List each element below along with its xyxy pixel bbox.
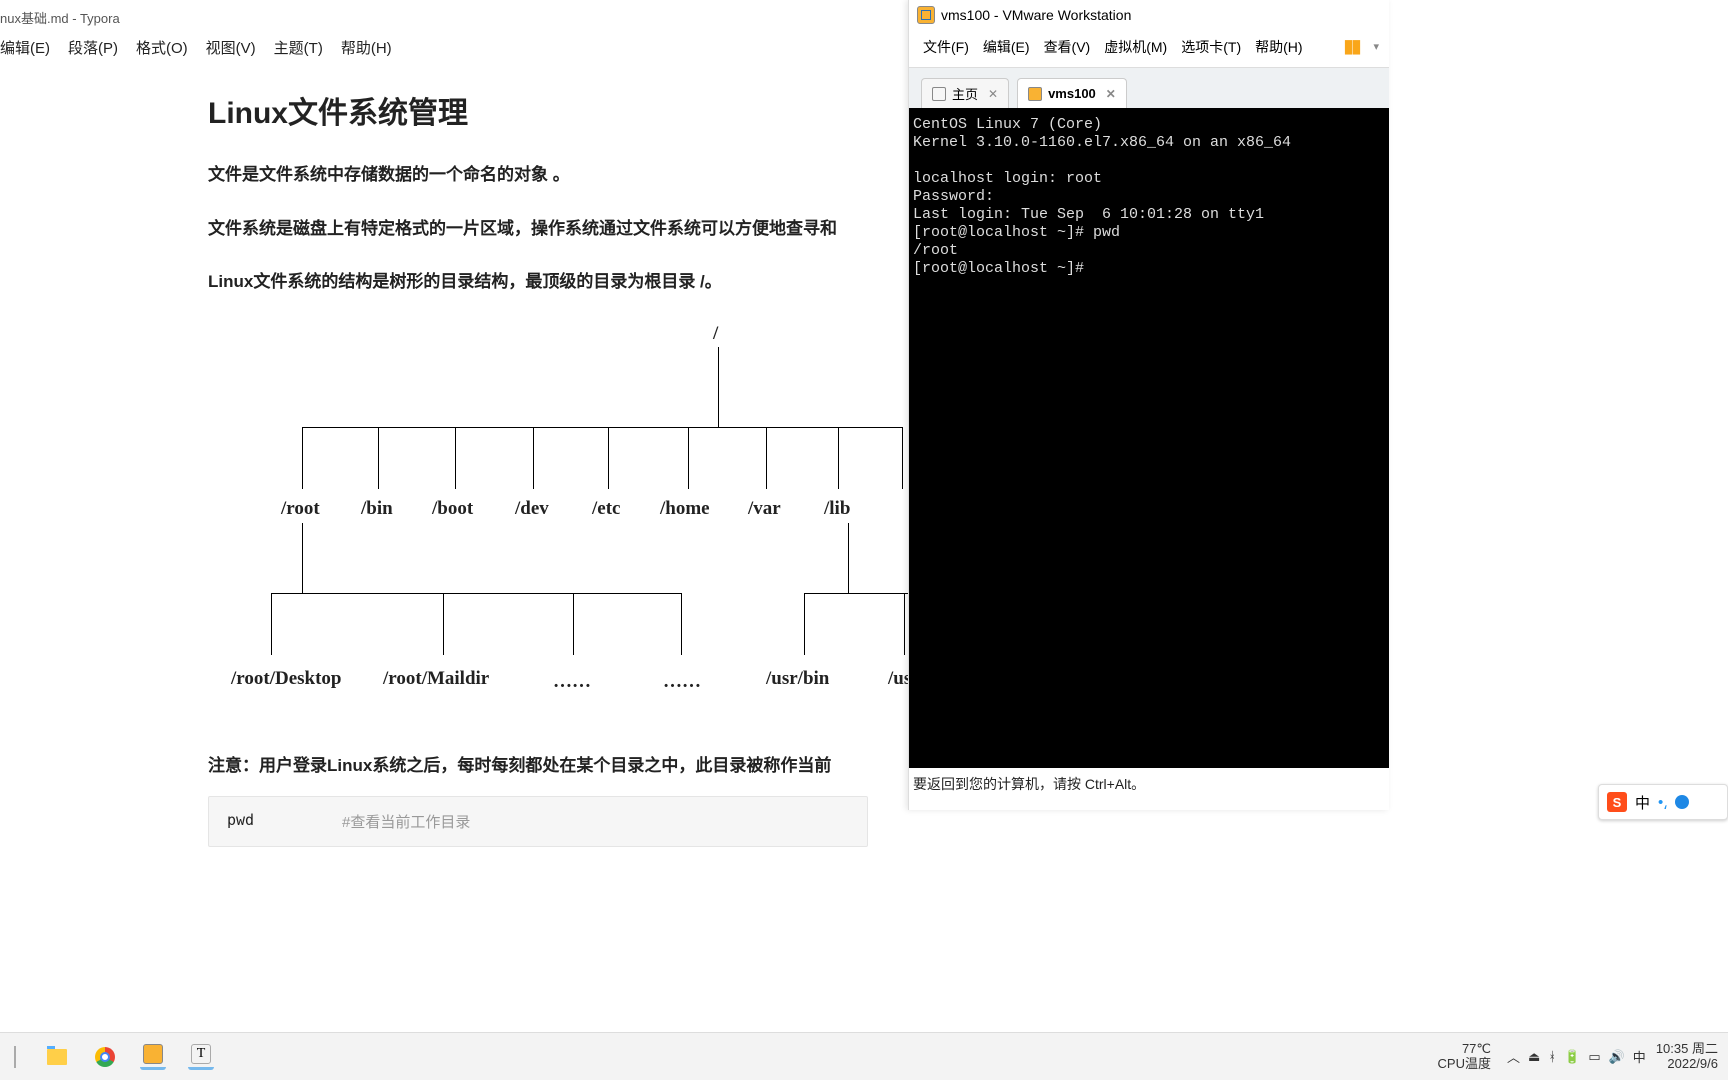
tray-ime-icon[interactable]: 中 bbox=[1633, 1047, 1646, 1066]
code-cmd: pwd bbox=[227, 811, 342, 832]
tree-node-root: / bbox=[713, 323, 718, 345]
pause-dropdown-icon[interactable]: ▾ bbox=[1373, 40, 1379, 53]
tree-node-var: /var bbox=[748, 498, 781, 520]
doc-note: 注意：用户登录Linux系统之后，每时每刻都处在某个目录之中，此目录被称作当前 bbox=[208, 751, 868, 776]
vm-menu-view[interactable]: 查看(V) bbox=[1044, 37, 1091, 57]
menu-view[interactable]: 视图(V) bbox=[206, 37, 256, 58]
menu-theme[interactable]: 主题(T) bbox=[274, 37, 323, 58]
doc-p1: 文件是文件系统中存储数据的一个命名的对象 。 bbox=[208, 162, 868, 188]
doc-heading: Linux文件系统管理 bbox=[208, 88, 868, 132]
sogou-logo-icon: S bbox=[1607, 792, 1627, 812]
tree-node-boot: /boot bbox=[432, 498, 473, 520]
vmware-statusbar: 要返回到您的计算机，请按 Ctrl+Alt。 bbox=[909, 768, 1389, 800]
doc-p2: 文件系统是磁盘上有特定格式的一片区域，操作系统通过文件系统可以方便地查寻和 bbox=[208, 216, 868, 242]
close-icon[interactable]: ✕ bbox=[988, 87, 998, 101]
mic-icon[interactable] bbox=[1675, 795, 1689, 809]
tab-vms100[interactable]: vms100 ✕ bbox=[1017, 78, 1127, 108]
taskbar-apps: T bbox=[0, 1044, 214, 1070]
tray-bluetooth-icon[interactable]: ᚼ bbox=[1548, 1049, 1556, 1064]
vmware-logo-icon bbox=[917, 6, 935, 24]
typora-title: nux基础.md - Typora bbox=[0, 0, 908, 31]
vm-menu-file[interactable]: 文件(F) bbox=[923, 37, 969, 57]
tree-node-root-desktop: /root/Desktop bbox=[231, 668, 341, 690]
temp-label: CPU温度 bbox=[1438, 1057, 1491, 1071]
temp-value: 77℃ bbox=[1438, 1042, 1491, 1056]
tray-overflow-icon[interactable]: ︿ bbox=[1507, 1047, 1520, 1066]
menu-format[interactable]: 格式(O) bbox=[136, 37, 188, 58]
tree-node-root-maildir: /root/Maildir bbox=[383, 668, 489, 690]
ime-toolbar[interactable]: S 中 •⸲ bbox=[1598, 784, 1728, 820]
vmware-title-text: vms100 - VMware Workstation bbox=[941, 7, 1131, 23]
cpu-temp-widget[interactable]: 77℃ CPU温度 bbox=[1438, 1042, 1491, 1071]
tray-network-icon[interactable]: ▭ bbox=[1588, 1049, 1600, 1065]
tree-node-etc: /etc bbox=[592, 498, 620, 520]
tab-vm-label: vms100 bbox=[1048, 86, 1096, 101]
tree-node-dev: /dev bbox=[515, 498, 549, 520]
tray-safe-remove-icon[interactable]: ⏏ bbox=[1528, 1049, 1540, 1065]
taskbar-tray: 77℃ CPU温度 ︿ ⏏ ᚼ 🔋 ▭ 🔊 中 10:35 周二 2022/9/… bbox=[1438, 1042, 1728, 1071]
vmware-menubar: 文件(F) 编辑(E) 查看(V) 虚拟机(M) 选项卡(T) 帮助(H) ▮▮… bbox=[909, 30, 1389, 68]
tray-battery-icon[interactable]: 🔋 bbox=[1564, 1049, 1580, 1065]
typora-taskbar-icon[interactable]: T bbox=[188, 1044, 214, 1070]
clock-day: 周二 bbox=[1692, 1041, 1718, 1056]
tree-node-root-dir: /root bbox=[281, 498, 320, 520]
home-icon bbox=[932, 87, 946, 101]
chrome-icon[interactable] bbox=[92, 1044, 118, 1070]
clock-date: 2022/9/6 bbox=[1656, 1057, 1718, 1071]
clock-time: 10:35 bbox=[1656, 1041, 1689, 1056]
tray-volume-icon[interactable]: 🔊 bbox=[1609, 1049, 1625, 1065]
vmware-titlebar[interactable]: vms100 - VMware Workstation bbox=[909, 0, 1389, 30]
ime-punct-icon[interactable]: •⸲ bbox=[1658, 792, 1667, 812]
tab-home[interactable]: 主页 ✕ bbox=[921, 78, 1009, 108]
menu-para[interactable]: 段落(P) bbox=[68, 37, 118, 58]
menu-help[interactable]: 帮助(H) bbox=[341, 37, 392, 58]
vmware-tabstrip: 主页 ✕ vms100 ✕ bbox=[909, 68, 1389, 108]
vm-menu-edit[interactable]: 编辑(E) bbox=[983, 37, 1030, 57]
tree-node-usr-bin: /usr/bin bbox=[766, 668, 829, 690]
vm-menu-help[interactable]: 帮助(H) bbox=[1255, 37, 1302, 57]
tab-home-label: 主页 bbox=[952, 84, 978, 103]
vmware-window: vms100 - VMware Workstation 文件(F) 编辑(E) … bbox=[908, 0, 1389, 810]
pause-icon[interactable]: ▮▮ bbox=[1344, 36, 1360, 57]
tree-node-bin: /bin bbox=[361, 498, 393, 520]
close-icon[interactable]: ✕ bbox=[1106, 87, 1116, 101]
typora-window: nux基础.md - Typora 编辑(E) 段落(P) 格式(O) 视图(V… bbox=[0, 0, 908, 820]
code-comment: #查看当前工作目录 bbox=[342, 811, 470, 832]
vm-menu-vm[interactable]: 虚拟机(M) bbox=[1104, 37, 1167, 57]
doc-p3: Linux文件系统的结构是树形的目录结构，最顶级的目录为根目录 /。 bbox=[208, 269, 868, 295]
taskbar-clock[interactable]: 10:35 周二 2022/9/6 bbox=[1656, 1042, 1718, 1071]
menu-edit[interactable]: 编辑(E) bbox=[0, 37, 50, 58]
tree-node-ellipsis-1: …… bbox=[553, 671, 591, 693]
code-block[interactable]: pwd #查看当前工作目录 bbox=[208, 796, 868, 847]
taskbar-handle[interactable] bbox=[14, 1046, 16, 1068]
vmware-taskbar-icon[interactable] bbox=[140, 1044, 166, 1070]
typora-menubar: 编辑(E) 段落(P) 格式(O) 视图(V) 主题(T) 帮助(H) bbox=[0, 31, 908, 68]
tree-node-ellipsis-2: …… bbox=[663, 671, 701, 693]
vm-menu-tabs[interactable]: 选项卡(T) bbox=[1181, 37, 1241, 57]
tree-node-lib: /lib bbox=[824, 498, 850, 520]
file-explorer-icon[interactable] bbox=[44, 1044, 70, 1070]
windows-taskbar: T 77℃ CPU温度 ︿ ⏏ ᚼ 🔋 ▭ 🔊 中 10:35 周二 2022/… bbox=[0, 1032, 1728, 1080]
filesystem-tree-diagram: / /root /bin /boot /dev /etc /home /var … bbox=[208, 323, 908, 723]
tree-node-home: /home bbox=[660, 498, 710, 520]
vm-icon bbox=[1028, 87, 1042, 101]
typora-editor[interactable]: Linux文件系统管理 文件是文件系统中存储数据的一个命名的对象 。 文件系统是… bbox=[0, 68, 908, 867]
vm-terminal[interactable]: CentOS Linux 7 (Core) Kernel 3.10.0-1160… bbox=[909, 108, 1389, 768]
ime-lang[interactable]: 中 bbox=[1635, 792, 1650, 813]
